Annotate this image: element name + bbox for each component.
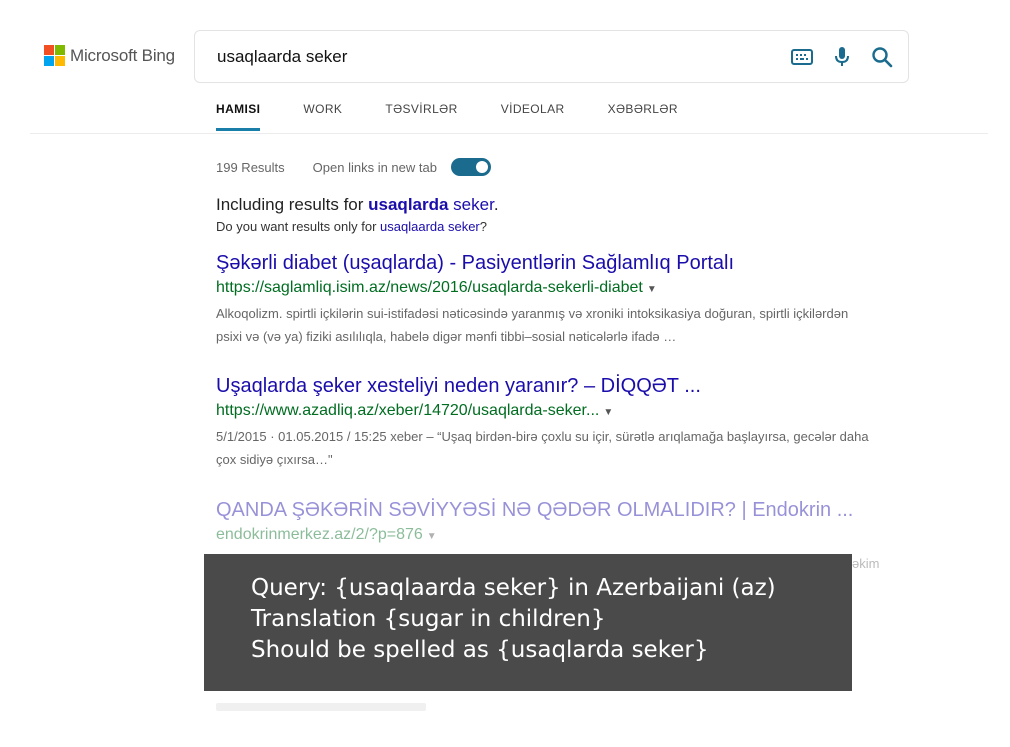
- result-url: endokrinmerkez.az/2/?p=876 ▼: [216, 526, 896, 544]
- search-input[interactable]: [217, 47, 737, 67]
- result-title[interactable]: Uşaqlarda şeker xesteliyi neden yaranır?…: [216, 375, 876, 398]
- result-url: https://www.azadliq.az/xeber/14720/usaql…: [216, 402, 876, 420]
- result-title[interactable]: QANDA ŞƏKƏRİN SƏVİYYƏSİ NƏ QƏDƏR OLMALID…: [216, 499, 896, 522]
- result-snippet: 5/1/2015 · 01.05.2015 / 15:25 xeber – “U…: [216, 429, 869, 467]
- didyou-end: ?: [479, 219, 487, 234]
- chevron-down-icon[interactable]: ▼: [603, 407, 613, 418]
- search-result: Şəkərli diabet (uşaqlarda) - Pasiyentlər…: [216, 252, 876, 348]
- bing-logo[interactable]: Microsoft Bing: [44, 45, 175, 66]
- result-url: https://saglamliq.isim.az/news/2016/usaq…: [216, 279, 876, 297]
- result-snippet: Alkoqolizm. spirtli içkilərin sui-istifa…: [216, 306, 849, 344]
- search-actions: [790, 45, 894, 69]
- microphone-icon[interactable]: [830, 45, 854, 69]
- result-title[interactable]: Şəkərli diabet (uşaqlarda) - Pasiyentlər…: [216, 252, 876, 275]
- logo-square-red: [44, 45, 54, 55]
- tab-hamisi[interactable]: HAMISI: [216, 102, 261, 131]
- chevron-down-icon[interactable]: ▼: [427, 531, 437, 542]
- open-links-label: Open links in new tab: [312, 159, 437, 175]
- annotation-overlay: Query: {usaqlaarda seker} in Azerbaijani…: [204, 554, 852, 691]
- faded-result-fragment: [216, 703, 426, 711]
- chevron-down-icon[interactable]: ▼: [647, 284, 657, 295]
- tab-work[interactable]: WORK: [303, 102, 342, 131]
- open-links-toggle[interactable]: [450, 158, 491, 176]
- logo-square-green: [55, 45, 65, 55]
- result-url-text: endokrinmerkez.az/2/?p=876: [216, 526, 423, 543]
- search-result: Uşaqlarda şeker xesteliyi neden yaranır?…: [216, 375, 876, 471]
- tabs-divider: [30, 133, 988, 134]
- result-url-text: https://www.azadliq.az/xeber/14720/usaql…: [216, 402, 600, 419]
- tab-news[interactable]: XƏBƏRLƏR: [608, 102, 678, 131]
- including-prefix: Including results for: [216, 195, 369, 214]
- results-count: 199 Results: [216, 159, 285, 175]
- faded-snippet-fragment: əkim: [852, 556, 880, 571]
- overlay-translation-line: Translation {sugar in children}: [251, 606, 606, 632]
- search-tabs: HAMISI WORK TƏSVİRLƏR VİDEOLAR XƏBƏRLƏR: [216, 102, 721, 131]
- including-end: .: [493, 195, 499, 214]
- logo-square-blue: [44, 56, 54, 66]
- did-you-want-notice: Do you want results only for usaqlaarda …: [216, 219, 487, 234]
- search-box: [194, 30, 909, 83]
- overlay-spelling-line: Should be spelled as {usaqlarda seker}: [251, 637, 709, 663]
- logo-text: Microsoft Bing: [70, 45, 175, 65]
- logo-square-yellow: [55, 56, 65, 66]
- including-results-notice: Including results for usaqlarda seker.: [216, 195, 499, 215]
- keyboard-icon[interactable]: [790, 45, 814, 69]
- search-result: QANDA ŞƏKƏRİN SƏVİYYƏSİ NƏ QƏDƏR OLMALID…: [216, 499, 896, 544]
- tab-images[interactable]: TƏSVİRLƏR: [385, 102, 457, 131]
- original-query-link[interactable]: usaqlaarda seker: [380, 219, 480, 234]
- toggle-knob: [475, 161, 488, 173]
- results-meta: 199 Results Open links in new tab: [216, 158, 491, 176]
- result-url-text: https://saglamliq.isim.az/news/2016/usaq…: [216, 279, 643, 296]
- didyou-prefix: Do you want results only for: [216, 219, 381, 234]
- corrected-rest[interactable]: seker: [448, 195, 494, 214]
- search-icon[interactable]: [870, 45, 894, 69]
- microsoft-logo-icon: [44, 45, 65, 66]
- tab-videos[interactable]: VİDEOLAR: [501, 102, 565, 131]
- corrected-word[interactable]: usaqlarda: [368, 195, 448, 214]
- overlay-query-line: Query: {usaqlaarda seker} in Azerbaijani…: [251, 575, 776, 601]
